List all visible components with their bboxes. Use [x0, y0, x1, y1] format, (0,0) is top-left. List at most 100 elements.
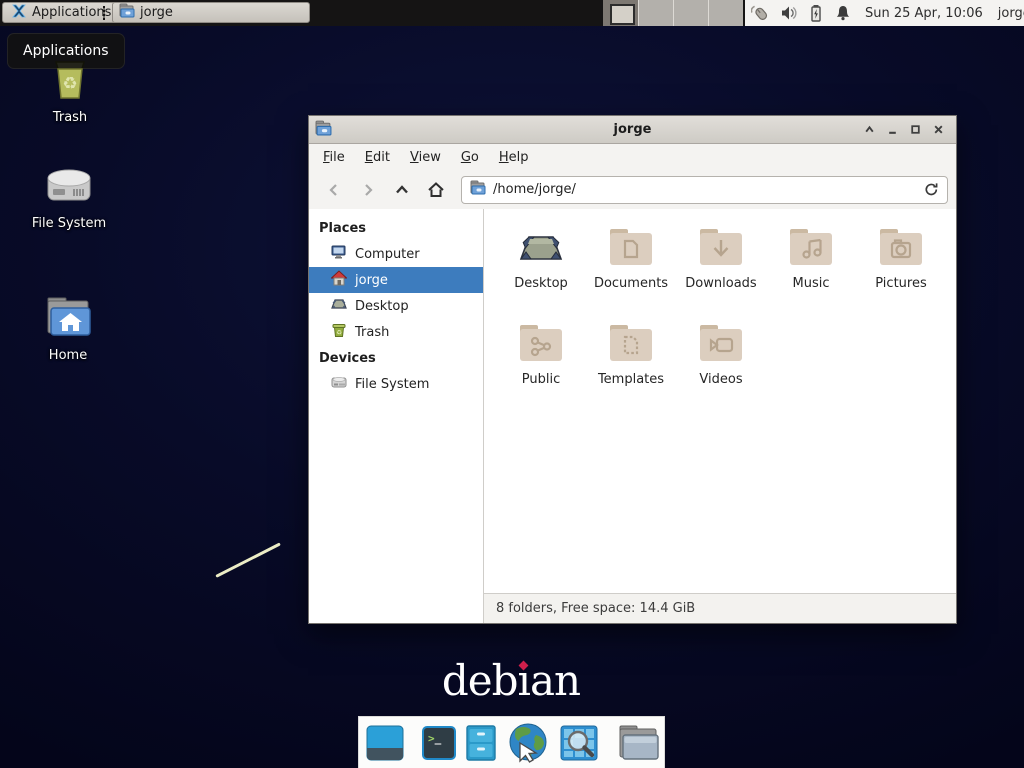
svg-text:♻: ♻: [62, 74, 77, 94]
workspace-3[interactable]: [673, 0, 708, 26]
desktop-icon-trash[interactable]: ♻ Trash: [15, 56, 125, 125]
music-folder-icon: [787, 225, 835, 273]
sidebar-item-label: Desktop: [355, 299, 409, 314]
menu-edit[interactable]: Edit: [355, 147, 400, 168]
public-folder-icon: [517, 321, 565, 369]
back-button[interactable]: [317, 176, 351, 204]
sidebar: Places Computer: [309, 209, 484, 623]
toolbar: /home/jorge/: [309, 170, 956, 210]
debian-logo: debıan: [411, 660, 611, 702]
folder-icon: [470, 180, 486, 199]
menu-view[interactable]: View: [400, 147, 451, 168]
close-button[interactable]: [930, 122, 946, 138]
application-finder-icon[interactable]: [559, 723, 599, 763]
home-icon: [331, 270, 347, 290]
reload-icon[interactable]: [924, 182, 939, 197]
dock-panel: >_: [358, 716, 665, 768]
mouse-icon[interactable]: [751, 3, 771, 23]
volume-icon[interactable]: [780, 4, 798, 22]
file-manager-icon[interactable]: [465, 724, 497, 762]
titlebar[interactable]: jorge: [309, 116, 956, 144]
desktop-icon-file-system[interactable]: File System: [14, 162, 124, 231]
path-entry[interactable]: /home/jorge/: [461, 176, 948, 204]
file-item-downloads[interactable]: Downloads: [676, 225, 766, 321]
panel-handle[interactable]: [103, 6, 105, 20]
desktop-icon: [331, 296, 347, 316]
top-panel: Applications jorge: [0, 0, 1024, 26]
menu-go[interactable]: Go: [451, 147, 489, 168]
desktop-folder-icon: [517, 225, 565, 273]
debian-logo-text: an: [530, 656, 580, 705]
drive-icon: [43, 162, 95, 212]
path-value: /home/jorge/: [493, 182, 576, 197]
battery-icon[interactable]: [807, 4, 825, 22]
terminal-icon[interactable]: >_: [422, 726, 456, 760]
home-button[interactable]: [419, 176, 453, 204]
documents-folder-icon: [607, 225, 655, 273]
desktop: Applications jorge: [0, 0, 1024, 768]
file-grid[interactable]: Desktop Documents: [484, 209, 956, 593]
sidebar-item-label: jorge: [355, 273, 388, 288]
file-item-label: Desktop: [514, 276, 568, 291]
desktop-icon-home[interactable]: Home: [13, 296, 123, 363]
sidebar-item-label: Computer: [355, 247, 420, 262]
sidebar-item-jorge[interactable]: jorge: [309, 267, 483, 293]
dock-folder-icon[interactable]: [617, 725, 659, 761]
menu-file[interactable]: File: [313, 147, 355, 168]
minimize-button[interactable]: [884, 122, 900, 138]
file-item-desktop[interactable]: Desktop: [496, 225, 586, 321]
workspace-4[interactable]: [708, 0, 743, 26]
file-item-label: Downloads: [685, 276, 756, 291]
workspace-1[interactable]: [603, 0, 638, 26]
web-browser-icon[interactable]: [506, 721, 550, 765]
file-item-videos[interactable]: Videos: [676, 321, 766, 417]
sidebar-header-devices: Devices: [309, 345, 483, 371]
desktop-icon-label: File System: [32, 216, 106, 231]
svg-text:♻: ♻: [336, 329, 342, 337]
desktop-icon-label: Trash: [53, 110, 87, 125]
videos-folder-icon: [697, 321, 745, 369]
xfce-logo-icon: [11, 3, 27, 23]
taskbar-window-button[interactable]: jorge: [112, 2, 310, 23]
up-button[interactable]: [385, 176, 419, 204]
clock[interactable]: Sun 25 Apr, 10:06: [865, 6, 983, 21]
file-item-label: Videos: [699, 372, 742, 387]
workspace-pager[interactable]: [603, 0, 743, 26]
debian-logo-text: deb: [442, 656, 518, 705]
show-desktop-icon[interactable]: [366, 724, 404, 762]
file-manager-window: jorge File Edit View Go Help: [308, 115, 957, 624]
username-label[interactable]: jorge: [998, 6, 1024, 21]
file-item-label: Templates: [598, 372, 664, 387]
forward-button[interactable]: [351, 176, 385, 204]
debian-logo-i: ı: [518, 660, 530, 702]
file-item-pictures[interactable]: Pictures: [856, 225, 946, 321]
file-item-label: Music: [793, 276, 830, 291]
statusbar: 8 folders, Free space: 14.4 GiB: [484, 593, 956, 623]
file-item-label: Public: [522, 372, 560, 387]
file-item-label: Documents: [594, 276, 668, 291]
shade-button[interactable]: [861, 122, 877, 138]
file-item-public[interactable]: Public: [496, 321, 586, 417]
sidebar-item-file-system[interactable]: File System: [309, 371, 483, 397]
sidebar-item-computer[interactable]: Computer: [309, 241, 483, 267]
system-tray: Sun 25 Apr, 10:06 jorge: [745, 0, 1024, 26]
templates-folder-icon: [607, 321, 655, 369]
file-item-documents[interactable]: Documents: [586, 225, 676, 321]
folder-icon: [119, 3, 135, 22]
sidebar-item-label: Trash: [355, 325, 389, 340]
sidebar-header-places: Places: [309, 215, 483, 241]
maximize-button[interactable]: [907, 122, 923, 138]
sidebar-item-label: File System: [355, 377, 429, 392]
file-item-templates[interactable]: Templates: [586, 321, 676, 417]
sidebar-item-trash[interactable]: ♻ Trash: [309, 319, 483, 345]
workspace-window-preview: [610, 4, 635, 25]
file-item-music[interactable]: Music: [766, 225, 856, 321]
notifications-bell-icon[interactable]: [834, 4, 852, 22]
file-item-label: Pictures: [875, 276, 926, 291]
menu-help[interactable]: Help: [489, 147, 539, 168]
workspace-2[interactable]: [638, 0, 673, 26]
taskbar-window-label: jorge: [140, 5, 173, 20]
trash-icon: ♻: [331, 322, 347, 342]
window-title: jorge: [309, 122, 956, 137]
sidebar-item-desktop[interactable]: Desktop: [309, 293, 483, 319]
